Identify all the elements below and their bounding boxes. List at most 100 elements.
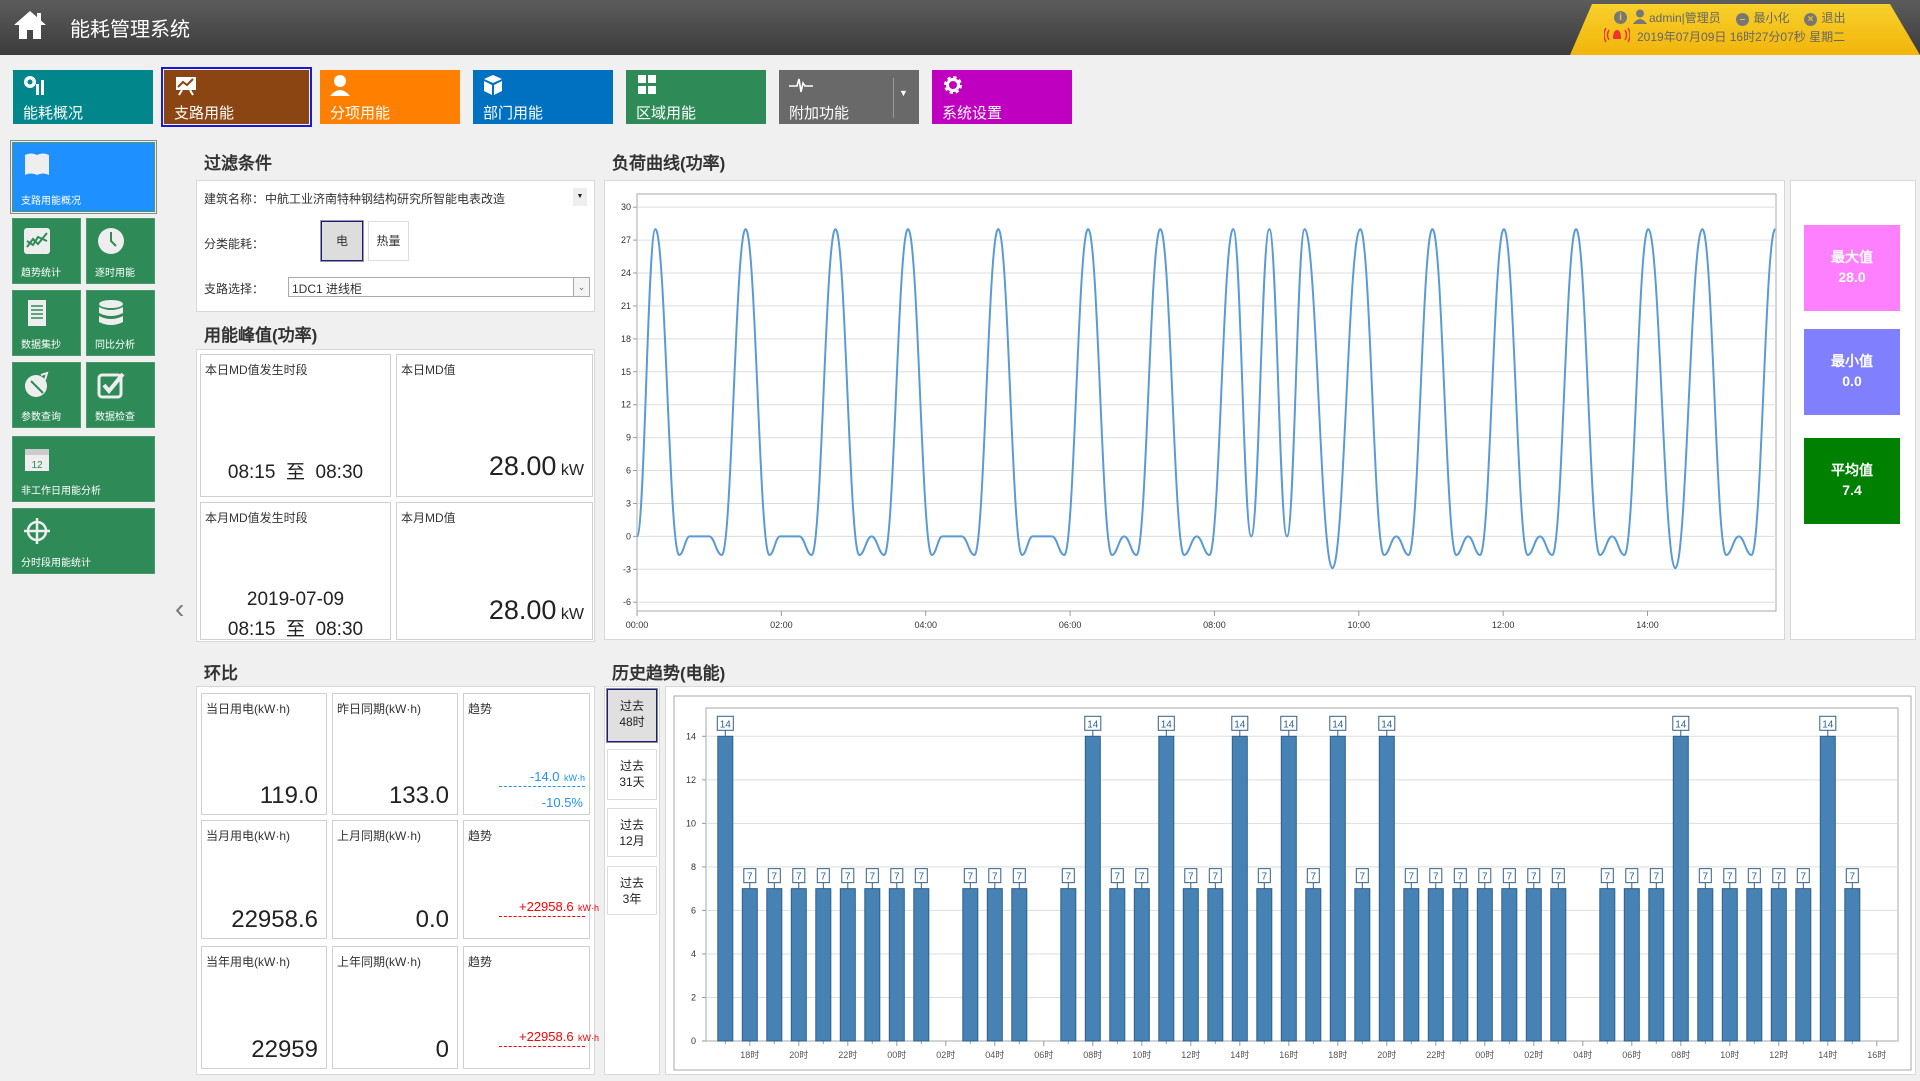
today-md-period-card: 本日MD值发生时段 08:15 至 08:30 — [200, 354, 391, 497]
nav-system-settings[interactable]: 系统设置 — [932, 70, 1072, 124]
x-tick-label: 06:00 — [1059, 620, 1082, 630]
sidebar-item-data-check[interactable]: 数据检查 — [86, 362, 155, 428]
minus-icon: – — [1736, 13, 1749, 26]
sidebar-label: 参数查询 — [21, 412, 61, 423]
range-31d-button[interactable]: 过去 31天 — [607, 749, 657, 800]
y-tick-label: 30 — [621, 202, 631, 212]
bar — [1109, 888, 1126, 1042]
alarm-bell-icon[interactable] — [1604, 26, 1630, 44]
range-label: 过去 — [619, 699, 644, 713]
x-tick-label: 18时 — [1328, 1049, 1347, 1060]
category-heat-button[interactable]: 热量 — [368, 221, 409, 261]
info-icon[interactable]: i — [1614, 11, 1627, 24]
previous-usage-card-value: 133.0 — [388, 782, 449, 809]
data-label: 7 — [1433, 872, 1439, 883]
data-label: 14 — [720, 719, 732, 730]
bar — [1329, 735, 1346, 1042]
data-label: 7 — [894, 872, 900, 883]
bar — [1378, 735, 1395, 1042]
logout-button[interactable]: × 退出 — [1804, 9, 1845, 27]
range-label: 过去 — [619, 876, 644, 890]
bar — [815, 888, 832, 1042]
chevron-down-icon[interactable]: ⌄ — [573, 278, 589, 296]
data-label: 7 — [747, 872, 753, 883]
data-label: 7 — [1850, 872, 1856, 883]
nav-area-energy[interactable]: 区域用能 — [626, 70, 766, 124]
nav-item-energy[interactable]: 分项用能 — [320, 70, 460, 124]
sidebar-item-yoy[interactable]: 同比分析 — [86, 290, 155, 356]
branch-select[interactable]: 1DC1 进线柜 ⌄ — [288, 277, 590, 297]
username: admin|管理员 — [1649, 11, 1721, 25]
nav-energy-overview[interactable]: 能耗概况 — [13, 70, 153, 124]
data-label: 7 — [1801, 872, 1807, 883]
plot-area — [705, 707, 1899, 1042]
bar — [1182, 888, 1199, 1042]
sidebar-label: 支路用能概况 — [21, 196, 81, 207]
sidebar-label: 数据集抄 — [21, 340, 61, 351]
close-icon: × — [1804, 13, 1817, 26]
x-tick-label: 16时 — [1279, 1049, 1298, 1060]
x-tick-label: 00时 — [1475, 1049, 1494, 1060]
dropdown-arrow-icon[interactable]: ▼ — [573, 188, 587, 206]
nav-extra-functions[interactable]: 附加功能 ▼ — [779, 70, 919, 124]
bar — [888, 888, 905, 1042]
bar — [1623, 888, 1640, 1042]
nav-department-energy[interactable]: 部门用能 — [473, 70, 613, 124]
y-tick-label: 4 — [691, 949, 696, 959]
bar — [1305, 888, 1322, 1042]
bar — [1476, 888, 1493, 1042]
sidebar-label: 逐时用能 — [95, 268, 135, 279]
min-value: 0.0 — [1842, 373, 1862, 389]
sidebar-item-period-stats[interactable]: 分时段用能统计 — [12, 508, 155, 574]
sidebar-item-data-reading[interactable]: 数据集抄 — [12, 290, 81, 356]
range-3y-button[interactable]: 过去 3年 — [607, 866, 657, 915]
bar — [1084, 735, 1101, 1042]
nav-label: 区域用能 — [636, 105, 697, 122]
home-icon[interactable] — [12, 8, 48, 42]
collapse-sidebar-icon[interactable]: ‹ — [175, 593, 184, 625]
category-electric-button[interactable]: 电 — [320, 220, 364, 262]
y-tick-label: 3 — [626, 498, 631, 508]
bar — [839, 888, 856, 1042]
x-tick-label: 22时 — [1426, 1049, 1445, 1060]
x-tick-label: 02时 — [1524, 1049, 1543, 1060]
bar — [1280, 735, 1297, 1042]
unit: kW — [560, 606, 584, 623]
x-tick-label: 20时 — [789, 1049, 808, 1060]
x-tick-label: 02时 — [936, 1049, 955, 1060]
data-label: 14 — [1332, 719, 1344, 730]
sidebar-item-trend[interactable]: 趋势统计 — [12, 218, 81, 284]
data-label: 7 — [919, 872, 925, 883]
bar — [1403, 888, 1420, 1042]
document-list-icon — [28, 300, 46, 326]
data-label: 7 — [1213, 872, 1219, 883]
dropdown-arrow-icon[interactable]: ▼ — [899, 88, 908, 98]
card-label: 趋势 — [468, 955, 493, 969]
pulse-icon — [789, 78, 813, 93]
sidebar-item-hourly[interactable]: 逐时用能 — [86, 218, 155, 284]
bar — [1550, 888, 1567, 1042]
data-label: 7 — [1605, 872, 1611, 883]
nav-branch-energy[interactable]: 支路用能 — [161, 67, 312, 127]
x-tick-label: 10时 — [1132, 1049, 1151, 1060]
current-usage-card-value: 22959 — [251, 1036, 318, 1063]
cube-icon — [484, 75, 502, 95]
data-label: 7 — [1482, 872, 1488, 883]
range-48h-button[interactable]: 过去 48时 — [606, 688, 658, 743]
checkbox-icon — [97, 372, 125, 399]
building-select[interactable]: 中航工业济南特种钢结构研究所智能电表改造 — [265, 190, 505, 207]
data-label: 7 — [772, 872, 778, 883]
range-12m-button[interactable]: 过去 12月 — [607, 808, 657, 857]
current-usage-card-value: 119.0 — [259, 782, 318, 809]
sidebar-item-nonworkday[interactable]: 12 非工作日用能分析 — [12, 436, 155, 502]
today-md-period: 08:15 至 08:30 — [227, 462, 364, 483]
month-md-period: 08:15 至 08:30 — [227, 619, 364, 640]
minimize-button[interactable]: – 最小化 — [1736, 9, 1789, 27]
gear-icon — [944, 76, 962, 94]
sidebar-item-param-query[interactable]: 参数查询 — [12, 362, 81, 428]
avg-value-card: 平均值 7.4 — [1804, 438, 1900, 524]
data-label: 7 — [1556, 872, 1562, 883]
sidebar-item-branch-overview[interactable]: 支路用能概况 — [10, 140, 157, 214]
history-bar-chart: 0 2 4 6 8 10 12 14 14 18时 7 7 20时 7 7 22时 7 7 00时 7 7 02时 7 04时… — [673, 695, 1912, 1071]
history-chart-panel: 0 2 4 6 8 10 12 14 14 18时 7 7 20时 7 7 22时 7 7 00时 7 7 02时 7 04时… — [665, 686, 1916, 1075]
